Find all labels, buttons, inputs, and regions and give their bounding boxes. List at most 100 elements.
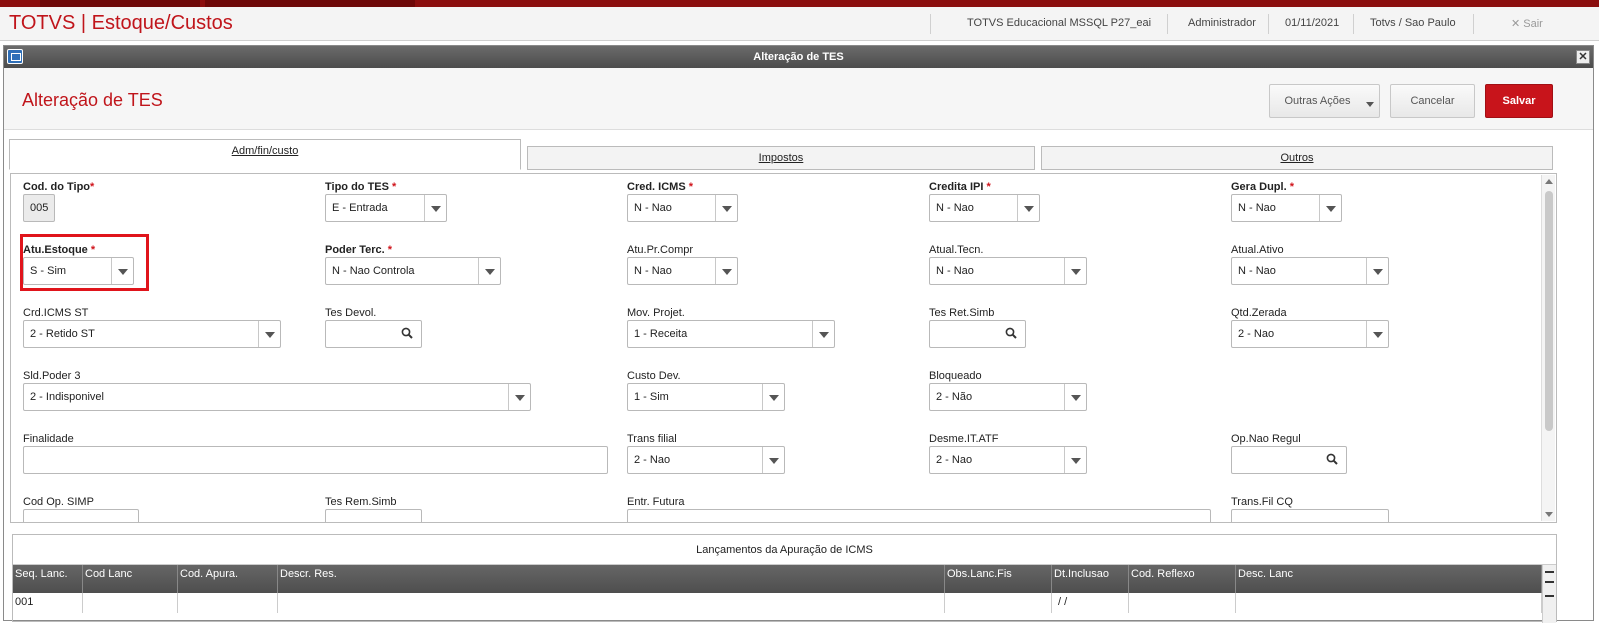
poder-terc-select[interactable]: N - Nao Controla [325,257,501,285]
bloqueado-select[interactable]: 2 - Não [929,383,1087,411]
table-cell[interactable]: / / [1052,593,1129,613]
column-header[interactable]: Cod. Apura. [178,565,278,593]
form-scrollbar[interactable] [1541,175,1555,521]
search-icon[interactable] [1326,453,1338,465]
window-close-button[interactable]: ✕ [1576,50,1590,64]
atual-ativo-select[interactable]: N - Nao [1231,257,1389,285]
chevron-down-icon[interactable] [715,258,737,284]
column-header[interactable]: Cod. Reflexo [1129,565,1236,593]
atu-estoque-select[interactable]: S - Sim [23,257,134,285]
op-nao-regul-input[interactable] [1231,446,1347,474]
field-label: Tipo do TES * [325,181,397,193]
scroll-up-icon[interactable] [1545,179,1553,184]
table-cell[interactable] [83,593,178,613]
grid-header: Seq. Lanc. Cod Lanc Cod. Apura. Descr. R… [13,565,1556,593]
table-cell[interactable]: 001 [13,593,83,613]
cred-icms-select[interactable]: N - Nao [627,194,738,222]
tipo-tes-select[interactable]: E - Entrada [325,194,447,222]
top-bar: TOTVS | Estoque/Custos TOTVS Educacional… [0,7,1599,41]
tes-ret-simb-input[interactable] [929,320,1026,348]
chevron-down-icon[interactable] [1064,447,1086,473]
search-icon[interactable] [1005,327,1017,339]
grid-scrollbar[interactable] [1542,565,1556,623]
field-label: Poder Terc. * [325,244,393,256]
scroll-up-icon[interactable] [1545,581,1554,589]
cod-op-simp-input[interactable] [23,509,139,522]
chevron-down-icon[interactable] [258,321,280,347]
custo-dev-select[interactable]: 1 - Sim [627,383,785,411]
branch-label[interactable]: Totvs / Sao Paulo [1370,17,1456,29]
table-cell[interactable] [1236,593,1542,613]
trans-filial-select[interactable]: 2 - Nao [627,446,785,474]
table-cell[interactable] [178,593,278,613]
save-button[interactable]: Salvar [1485,84,1553,118]
field-label: Tes Rem.Simb [325,496,397,508]
cancel-button[interactable]: Cancelar [1390,84,1475,118]
app-tab[interactable] [40,0,200,7]
chevron-down-icon[interactable] [424,195,446,221]
scroll-top-icon[interactable] [1545,571,1554,579]
column-header[interactable]: Dt.Inclusao [1052,565,1129,593]
field-label: Trans.Fil CQ [1231,496,1293,508]
atu-pr-compr-select[interactable]: N - Nao [627,257,738,285]
chevron-down-icon [1366,102,1374,107]
field-label: Atu.Estoque * [23,244,96,256]
app-tab[interactable] [205,0,415,7]
other-actions-button[interactable]: Outras Ações [1269,84,1380,118]
field-label: Qtd.Zerada [1231,307,1287,319]
chevron-down-icon[interactable] [1064,258,1086,284]
scroll-down-icon[interactable] [1545,512,1553,517]
form-panel: Cod. do Tipo* 005 Tipo do TES * E - Entr… [10,173,1557,523]
credita-ipi-select[interactable]: N - Nao [929,194,1040,222]
chevron-down-icon[interactable] [812,321,834,347]
gera-dupl-select[interactable]: N - Nao [1231,194,1342,222]
desme-it-atf-select[interactable]: 2 - Nao [929,446,1087,474]
tab-impostos[interactable]: Impostos [527,146,1035,170]
table-cell[interactable] [945,593,1052,613]
column-header[interactable]: Descr. Res. [278,565,945,593]
column-header[interactable]: Obs.Lanc.Fis [945,565,1052,593]
field-label: Gera Dupl. * [1231,181,1294,193]
close-icon: ✕ [1511,18,1521,30]
column-header[interactable]: Seq. Lanc. [13,565,83,593]
finalidade-input[interactable] [23,446,608,474]
scrollbar-thumb[interactable] [1545,191,1553,431]
chevron-down-icon[interactable] [1319,195,1341,221]
chevron-down-icon[interactable] [1017,195,1039,221]
search-icon[interactable] [401,327,413,339]
atual-tecn-select[interactable]: N - Nao [929,257,1087,285]
chevron-down-icon[interactable] [762,384,784,410]
window-icon [7,49,23,64]
crd-icms-st-select[interactable]: 2 - Retido ST [23,320,281,348]
field-label: Tes Ret.Simb [929,307,995,319]
sld-poder-3-select[interactable]: 2 - Indisponivel [23,383,531,411]
chevron-down-icon[interactable] [715,195,737,221]
tes-devol-input[interactable] [325,320,422,348]
chevron-down-icon[interactable] [111,258,133,284]
chevron-down-icon[interactable] [1366,321,1388,347]
chevron-down-icon[interactable] [508,384,530,410]
divider [1473,14,1474,34]
column-header[interactable]: Desc. Lanc [1236,565,1542,593]
scroll-down-icon[interactable] [1545,595,1554,603]
cod-tipo-field[interactable]: 005 [23,194,55,222]
tab-adm-fin-custo[interactable]: Adm/fin/custo [9,139,521,170]
qtd-zerada-select[interactable]: 2 - Nao [1231,320,1389,348]
date-label[interactable]: 01/11/2021 [1285,17,1339,29]
user-label[interactable]: Administrador [1188,17,1256,29]
field-label: Trans filial [627,433,677,445]
tes-rem-simb-input[interactable] [325,509,422,522]
table-cell[interactable] [278,593,945,613]
exit-button[interactable]: ✕ Sair [1511,17,1543,30]
tab-outros[interactable]: Outros [1041,146,1553,170]
column-header[interactable]: Cod Lanc [83,565,178,593]
chevron-down-icon[interactable] [762,447,784,473]
table-cell[interactable] [1129,593,1236,613]
icms-grid: Lançamentos da Apuração de ICMS Seq. Lan… [12,534,1557,623]
entr-futura-select[interactable] [627,509,1211,522]
chevron-down-icon[interactable] [1366,258,1388,284]
chevron-down-icon[interactable] [1064,384,1086,410]
mov-projet-select[interactable]: 1 - Receita [627,320,835,348]
trans-fil-cq-select[interactable] [1231,509,1389,522]
chevron-down-icon[interactable] [478,258,500,284]
